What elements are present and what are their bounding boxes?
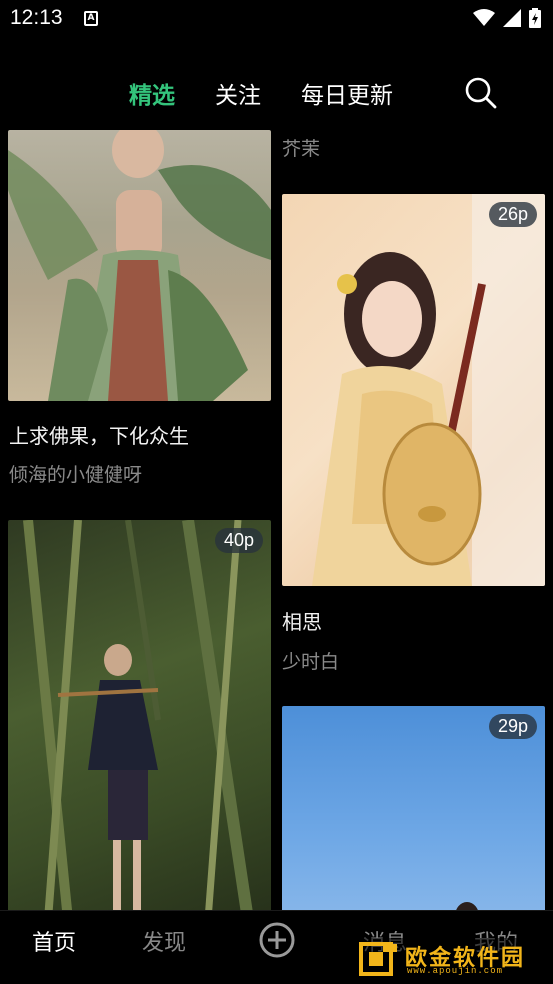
nav-home[interactable]: 首页 xyxy=(32,925,76,957)
bamboo-scene xyxy=(23,520,253,910)
nav-discover[interactable]: 发现 xyxy=(142,925,186,957)
battery-charging-icon xyxy=(529,8,541,28)
status-bar: 12:13 A xyxy=(0,0,553,38)
wifi-icon xyxy=(473,9,495,26)
photo-card-image[interactable]: 26p xyxy=(282,194,545,586)
status-time: 12:13 xyxy=(10,6,63,29)
search-icon[interactable] xyxy=(464,76,498,110)
dancer-figure xyxy=(8,130,271,401)
tab-daily-update[interactable]: 每日更新 xyxy=(301,76,393,110)
photo-card-author[interactable]: 少时白 xyxy=(282,647,339,674)
photo-card-title[interactable]: 上求佛果，下化众生 xyxy=(9,420,189,449)
photo-card-author[interactable]: 芥茉 xyxy=(282,134,320,161)
plus-circle-icon[interactable] xyxy=(258,921,296,959)
photo-feed: 上求佛果，下化众生 倾海的小健健呀 40p 芥茉 26p 相思 少时白 29p xyxy=(0,130,553,910)
photo-card-title[interactable]: 相思 xyxy=(282,606,322,635)
watermark-logo: 欧金软件园 www.apoujin.com xyxy=(355,938,545,980)
a-box-icon: A xyxy=(84,11,98,26)
pipa-player xyxy=(312,194,545,586)
photo-count-badge: 26p xyxy=(488,202,537,227)
photo-card-author[interactable]: 倾海的小健健呀 xyxy=(9,460,142,487)
photo-card-image[interactable]: 29p xyxy=(282,706,545,910)
photo-card-image[interactable] xyxy=(8,130,271,401)
watermark-logo-icon xyxy=(359,942,397,976)
top-tab-bar: 精选 关注 每日更新 xyxy=(0,62,553,122)
watermark-url: www.apoujin.com xyxy=(407,966,504,976)
status-icons xyxy=(473,8,541,28)
tab-featured[interactable]: 精选 xyxy=(129,76,175,110)
photo-count-badge: 40p xyxy=(214,528,263,553)
photo-card-image[interactable]: 40p xyxy=(8,520,271,910)
signal-icon xyxy=(503,9,521,27)
tab-following[interactable]: 关注 xyxy=(215,76,261,110)
photo-count-badge: 29p xyxy=(488,714,537,739)
